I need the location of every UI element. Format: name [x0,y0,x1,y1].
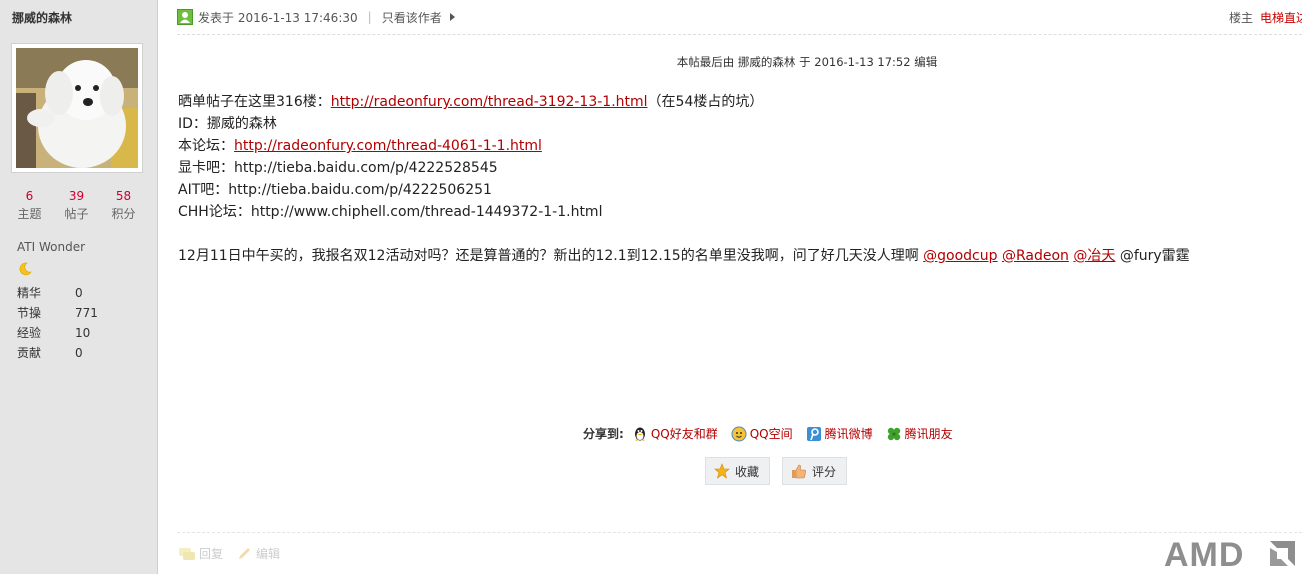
star-icon [714,463,730,479]
content-line: 晒单帖子在这里316楼：http://radeonfury.com/thread… [178,91,1190,113]
content-line: 本论坛：http://radeonfury.com/thread-4061-1-… [178,135,1190,157]
share-qzone[interactable]: QQ空间 [731,425,793,442]
author-sidebar: 挪威的森林 6 主题 39 帖子 58 积分 ATI Wonder 精华 0 节… [0,0,158,574]
post-header: 发表于 2016-1-13 17:46:30 | 只看该作者 楼主 电梯直达 [177,7,1302,27]
rate-button[interactable]: 评分 [782,457,848,485]
thread-link[interactable]: http://radeonfury.com/thread-3192-13-1.h… [331,94,648,110]
attr-value: 771 [75,306,98,320]
tencent-weibo-icon [806,426,821,441]
text: 本论坛： [178,138,234,154]
content-line: ID：挪威的森林 [178,116,277,132]
post-date: 发表于 2016-1-13 17:46:30 [198,10,358,25]
only-author-link[interactable]: 只看该作者 [382,9,442,26]
attr-row: 节操 771 [17,303,98,323]
post-actions: 收藏 评分 [705,457,859,485]
attr-key: 精华 [17,286,42,300]
stat-points[interactable]: 58 积分 [100,189,147,224]
reply-icon [179,547,195,560]
text: （在54楼占的坑） [647,94,764,110]
clover-icon [887,427,900,440]
edit-label: 编辑 [256,547,281,561]
qzone-star-icon [731,426,747,441]
stat-label: 帖子 [64,207,89,221]
share-bar: 分享到: QQ好友和群 QQ空间 腾讯微博 腾讯朋友 [583,425,966,442]
share-label: QQ空间 [749,427,793,441]
text: 12月11日中午买的，我报名双12活动对吗？还是算普通的？新出的12.1到12.… [178,248,924,264]
reply-link[interactable]: 回复 [178,545,223,562]
attr-value: 0 [75,286,83,300]
share-label: 腾讯朋友 [904,427,953,441]
author-name[interactable]: 挪威的森林 [12,9,72,26]
mention-link[interactable]: @goodcup [923,248,997,264]
mention-link[interactable]: @Radeon [1002,248,1069,264]
attr-key: 节操 [17,306,42,320]
footer-actions: 回复 编辑 [178,545,294,562]
user-group[interactable]: ATI Wonder [17,240,85,254]
divider: | [367,10,372,24]
qq-penguin-icon [634,427,645,441]
post-content: 晒单帖子在这里316楼：http://radeonfury.com/thread… [178,91,1190,267]
share-label: QQ好友和群 [650,427,718,441]
share-qq-friends[interactable]: QQ好友和群 [632,425,718,442]
footer-divider [177,532,1302,533]
text: @fury雷霆 [1115,248,1190,264]
attr-key: 贡献 [17,346,42,360]
jump-to-floor-link[interactable]: 电梯直达 [1260,9,1302,26]
forum-link[interactable]: http://radeonfury.com/thread-4061-1-1.ht… [234,138,542,154]
share-label: 腾讯微博 [824,427,873,441]
stat-label: 主题 [17,207,42,221]
online-user-icon [177,9,193,25]
author-attributes: 精华 0 节操 771 经验 10 贡献 0 [17,283,98,363]
stat-threads[interactable]: 6 主题 [6,189,53,224]
stat-label: 积分 [111,207,136,221]
button-label: 评分 [812,464,837,479]
mention-link[interactable]: @冶天 [1073,248,1115,264]
share-tencent-friends[interactable]: 腾讯朋友 [886,425,953,442]
attr-row: 贡献 0 [17,343,98,363]
attr-key: 经验 [17,326,42,340]
edit-link[interactable]: 编辑 [237,545,280,562]
stat-value: 39 [68,189,85,203]
text: 晒单帖子在这里316楼： [178,94,331,110]
pencil-icon [239,547,251,559]
arrow-right-icon [449,13,455,21]
stat-value: 58 [115,189,132,203]
attr-row: 精华 0 [17,283,98,303]
header-divider [177,34,1302,35]
share-tencent-weibo[interactable]: 腾讯微博 [806,425,873,442]
floor-label: 楼主 [1228,11,1253,25]
button-label: 收藏 [735,464,760,479]
amd-logo-text: AMD [1164,536,1244,574]
moon-icon [19,262,32,276]
attr-value: 0 [75,346,83,360]
content-line: 显卡吧：http://tieba.baidu.com/p/4222528545 [178,160,498,176]
attr-row: 经验 10 [17,323,98,343]
favorite-button[interactable]: 收藏 [705,457,771,485]
content-line: 12月11日中午买的，我报名双12活动对吗？还是算普通的？新出的12.1到12.… [178,245,1190,267]
stat-value: 6 [25,189,34,203]
stat-posts[interactable]: 39 帖子 [53,189,100,224]
amd-logo: AMD [1164,536,1295,574]
thumbs-up-icon [792,464,806,479]
content-line: CHH论坛：http://www.chiphell.com/thread-144… [178,204,603,220]
attr-value: 10 [75,326,91,340]
reply-label: 回复 [199,547,224,561]
edit-note: 本帖最后由 挪威的森林 于 2016-1-13 17:52 编辑 [676,55,938,69]
share-title: 分享到: [583,427,624,441]
content-line: AIT吧：http://tieba.baidu.com/p/4222506251 [178,182,492,198]
author-stats: 6 主题 39 帖子 58 积分 [0,189,157,224]
